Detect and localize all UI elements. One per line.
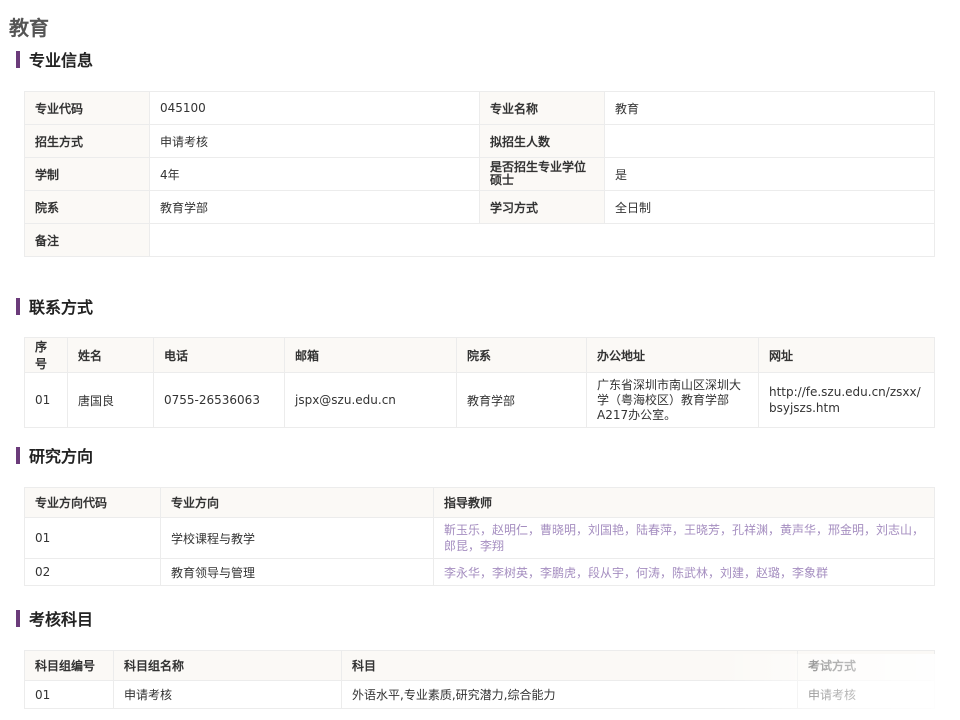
section-bar <box>16 609 20 627</box>
value-cell: 4年 <box>149 157 480 191</box>
table-row: 学制 4年 是否招生专业学位硕士 是 <box>24 157 935 191</box>
table-row: 院系 教育学部 学习方式 全日制 <box>24 190 935 224</box>
seq-cell: 01 <box>24 372 68 428</box>
table-row: 01 学校课程与教学 靳玉乐，赵明仁，曹晓明，刘国艳，陆春萍，王晓芳，孔祥渊，黄… <box>24 517 935 559</box>
table-header-row: 序号 姓名 电话 邮箱 院系 办公地址 网址 <box>24 337 935 373</box>
section-title: 联系方式 <box>29 298 94 317</box>
value-cell: 是 <box>604 157 935 191</box>
direction-code-cell: 02 <box>24 558 161 586</box>
exam-method-cell: 申请考核 <box>797 680 935 709</box>
value-cell: 教育学部 <box>149 190 480 224</box>
column-header: 邮箱 <box>284 337 457 373</box>
table-header-row: 专业方向代码 专业方向 指导教师 <box>24 487 935 518</box>
section-exam: 考核科目 <box>16 608 94 629</box>
column-header: 科目 <box>341 650 798 681</box>
advisor-links[interactable]: 李永华，李树英，李鹏虎，段从宇，何涛，陈武林，刘建，赵璐，李象群 <box>433 558 935 586</box>
section-bar <box>16 446 20 464</box>
exam-table: 科目组编号 科目组名称 科目 考试方式 01 申请考核 外语水平,专业素质,研究… <box>24 650 935 709</box>
label-cell: 学制 <box>24 157 150 191</box>
column-header: 科目组编号 <box>24 650 114 681</box>
column-header: 专业方向 <box>160 487 434 518</box>
label-cell: 招生方式 <box>24 124 150 158</box>
section-contact: 联系方式 <box>16 296 94 317</box>
table-row: 专业代码 045100 专业名称 教育 <box>24 91 935 125</box>
column-header: 序号 <box>24 337 68 373</box>
column-header: 院系 <box>456 337 587 373</box>
column-header: 专业方向代码 <box>24 487 161 518</box>
page-title: 教育 <box>9 16 49 40</box>
name-cell: 唐国良 <box>67 372 154 428</box>
label-cell: 专业代码 <box>24 91 150 125</box>
subjects-cell: 外语水平,专业素质,研究潜力,综合能力 <box>341 680 798 709</box>
value-cell: 全日制 <box>604 190 935 224</box>
section-major-info: 专业信息 <box>16 49 94 70</box>
label-cell: 专业名称 <box>479 91 605 125</box>
advisor-links[interactable]: 靳玉乐，赵明仁，曹晓明，刘国艳，陆春萍，王晓芳，孔祥渊，黄声华，邢金明，刘志山，… <box>433 517 935 559</box>
contact-table: 序号 姓名 电话 邮箱 院系 办公地址 网址 01 唐国良 0755-26536… <box>24 337 935 428</box>
value-cell: 教育 <box>604 91 935 125</box>
table-row: 招生方式 申请考核 拟招生人数 <box>24 124 935 158</box>
value-cell: 申请考核 <box>149 124 480 158</box>
column-header: 科目组名称 <box>113 650 342 681</box>
section-title: 研究方向 <box>29 447 94 466</box>
website-link[interactable]: http://fe.szu.edu.cn/zsxx/bsyjszs.htm <box>758 372 935 428</box>
label-cell: 学习方式 <box>479 190 605 224</box>
value-cell: 045100 <box>149 91 480 125</box>
column-header: 电话 <box>153 337 285 373</box>
group-name-cell: 申请考核 <box>113 680 342 709</box>
address-cell: 广东省深圳市南山区深圳大学（粤海校区）教育学部A217办公室。 <box>586 372 759 428</box>
table-row: 01 唐国良 0755-26536063 jspx@szu.edu.cn 教育学… <box>24 372 935 428</box>
section-bar <box>16 297 20 315</box>
section-research: 研究方向 <box>16 445 94 466</box>
section-title: 专业信息 <box>29 51 94 70</box>
remark-value <box>149 223 935 257</box>
column-header: 办公地址 <box>586 337 759 373</box>
column-header: 姓名 <box>67 337 154 373</box>
phone-cell: 0755-26536063 <box>153 372 285 428</box>
email-cell: jspx@szu.edu.cn <box>284 372 457 428</box>
table-header-row: 科目组编号 科目组名称 科目 考试方式 <box>24 650 935 681</box>
section-bar <box>16 50 20 68</box>
section-title: 考核科目 <box>29 610 94 629</box>
label-cell: 是否招生专业学位硕士 <box>479 157 605 191</box>
column-header: 指导教师 <box>433 487 935 518</box>
table-row: 02 教育领导与管理 李永华，李树英，李鹏虎，段从宇，何涛，陈武林，刘建，赵璐，… <box>24 558 935 586</box>
column-header: 网址 <box>758 337 935 373</box>
table-row: 备注 <box>24 223 935 257</box>
research-table: 专业方向代码 专业方向 指导教师 01 学校课程与教学 靳玉乐，赵明仁，曹晓明，… <box>24 487 935 586</box>
direction-name-cell: 学校课程与教学 <box>160 517 434 559</box>
label-cell: 备注 <box>24 223 150 257</box>
group-code-cell: 01 <box>24 680 114 709</box>
label-cell: 拟招生人数 <box>479 124 605 158</box>
table-row: 01 申请考核 外语水平,专业素质,研究潜力,综合能力 申请考核 <box>24 680 935 709</box>
major-info-table: 专业代码 045100 专业名称 教育 招生方式 申请考核 拟招生人数 学制 4… <box>24 91 935 257</box>
label-cell: 院系 <box>24 190 150 224</box>
direction-name-cell: 教育领导与管理 <box>160 558 434 586</box>
value-cell <box>604 124 935 158</box>
department-cell: 教育学部 <box>456 372 587 428</box>
column-header: 考试方式 <box>797 650 935 681</box>
direction-code-cell: 01 <box>24 517 161 559</box>
